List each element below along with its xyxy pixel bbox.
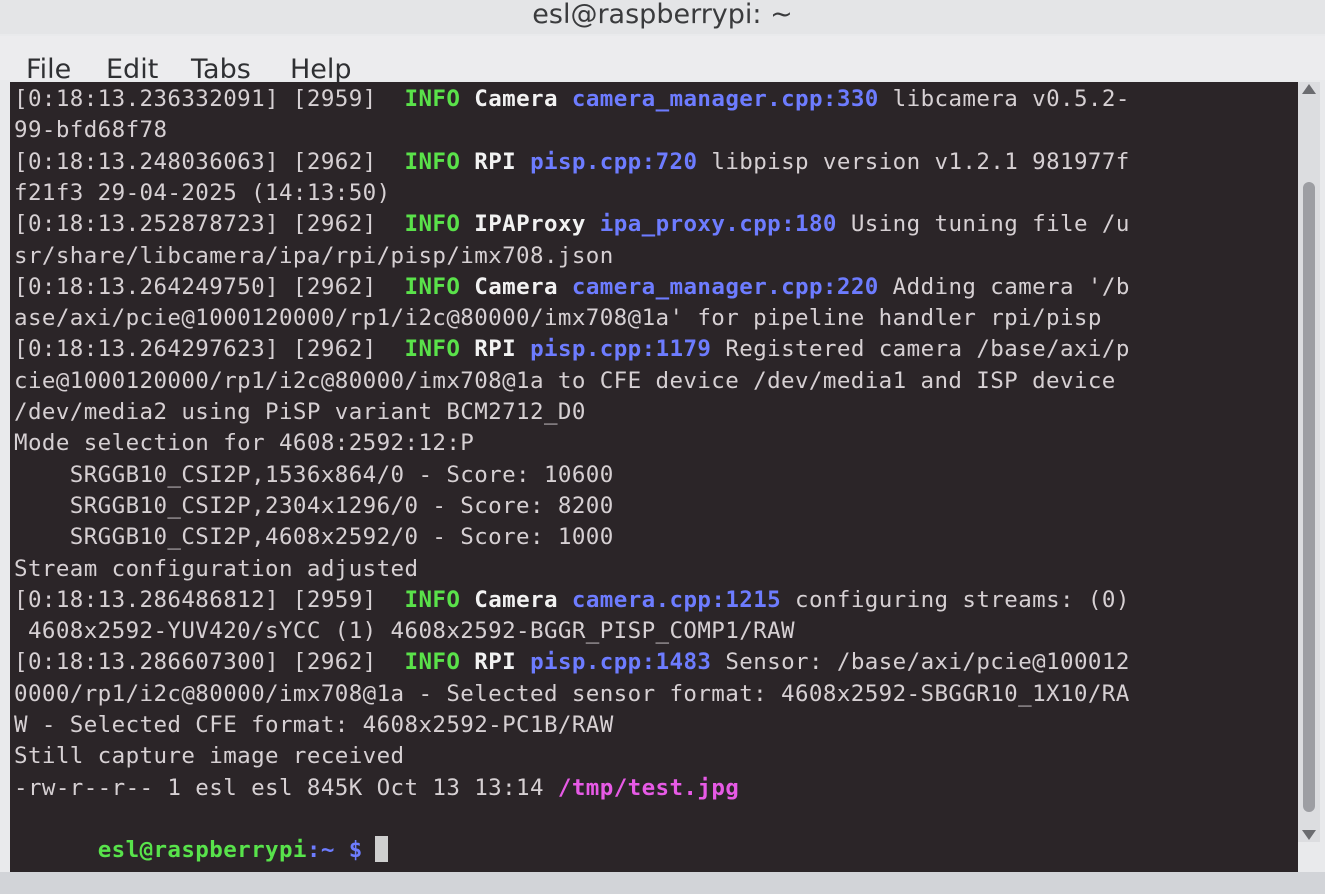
log-line: 99-bfd68f78 [14, 117, 167, 143]
menu-file[interactable]: File [26, 54, 71, 85]
log-text: Mode selection for 4608:2592:12:P [14, 430, 475, 457]
log-message: libcamera v0.5.2- [878, 86, 1130, 112]
log-line: [0:18:13.286607300] [2962] INFO RPI pisp… [14, 649, 1130, 675]
log-line: [0:18:13.264297623] [2962] INFO RPI pisp… [14, 336, 1130, 362]
log-timestamp: [0:18:13.248036063] [2962] [14, 148, 377, 175]
log-message: Adding camera '/b [878, 273, 1130, 300]
prompt-path: :~ $ [306, 836, 363, 863]
log-line: SRGGB10_CSI2P,1536x864/0 - Score: 10600 [14, 462, 614, 488]
log-component: Camera [474, 86, 558, 112]
terminal-output[interactable]: [0:18:13.236332091] [2959] INFO Camera c… [10, 82, 1298, 872]
log-timestamp: [0:18:13.286486812] [2959] [14, 586, 377, 613]
log-timestamp: [0:18:13.264297623] [2962] [14, 336, 377, 363]
prompt-line: esl@raspberrypi:~ $ [14, 810, 388, 872]
log-component: RPI [474, 336, 517, 363]
file-listing: -rw-r--r-- 1 esl esl 845K Oct 13 13:14 [14, 774, 558, 801]
log-timestamp: [0:18:13.252878723] [2962] [14, 211, 377, 238]
log-text: SRGGB10_CSI2P,1536x864/0 - Score: 10600 [14, 461, 614, 488]
log-component: IPAProxy [474, 211, 586, 238]
title-bar: esl@raspberrypi: ~ [0, 0, 1325, 34]
log-line: ase/axi/pcie@1000120000/rp1/i2c@80000/im… [14, 305, 1102, 331]
log-source: camera_manager.cpp:330 [571, 86, 879, 112]
log-text: /dev/media2 using PiSP variant BCM2712_D… [14, 399, 586, 425]
log-line: Stream configuration adjusted [14, 556, 418, 582]
log-line: [0:18:13.236332091] [2959] INFO Camera c… [14, 86, 1130, 112]
log-source: ipa_proxy.cpp:180 [599, 211, 837, 238]
log-text: 99-bfd68f78 [14, 117, 168, 144]
log-message: Registered camera /base/axi/p [711, 336, 1130, 363]
scroll-up-arrow-icon[interactable] [1302, 84, 1316, 94]
log-text: Stream configuration adjusted [14, 555, 419, 582]
log-message: Using tuning file /u [836, 211, 1130, 238]
log-line: cie@1000120000/rp1/i2c@80000/imx708@1a t… [14, 368, 1116, 394]
log-message: Sensor: /base/axi/pcie@100012 [711, 649, 1130, 676]
log-level: INFO [404, 86, 461, 112]
log-text: sr/share/libcamera/ipa/rpi/pisp/imx708.j… [14, 242, 614, 269]
log-timestamp: [0:18:13.286607300] [2962] [14, 649, 377, 676]
log-source: pisp.cpp:1483 [530, 649, 712, 676]
log-line: [0:18:13.252878723] [2962] INFO IPAProxy… [14, 211, 1130, 237]
menu-tabs[interactable]: Tabs [191, 54, 251, 85]
log-text: 4608x2592-YUV420/sYCC (1) 4608x2592-BGGR… [14, 618, 795, 645]
log-line: SRGGB10_CSI2P,2304x1296/0 - Score: 8200 [14, 493, 614, 519]
log-timestamp: [0:18:13.236332091] [2959] [14, 86, 377, 112]
log-level: INFO [404, 336, 461, 363]
log-timestamp: [0:18:13.264249750] [2962] [14, 273, 377, 300]
log-line: 4608x2592-YUV420/sYCC (1) 4608x2592-BGGR… [14, 618, 795, 644]
log-source: camera_manager.cpp:220 [571, 273, 879, 300]
log-line: [0:18:13.286486812] [2959] INFO Camera c… [14, 587, 1130, 613]
log-text: cie@1000120000/rp1/i2c@80000/imx708@1a t… [14, 367, 1116, 394]
log-component: RPI [474, 649, 517, 676]
prompt-user: esl@raspberrypi [97, 836, 307, 863]
log-level: INFO [404, 211, 461, 238]
log-text: SRGGB10_CSI2P,2304x1296/0 - Score: 8200 [14, 492, 614, 519]
log-line: SRGGB10_CSI2P,4608x2592/0 - Score: 1000 [14, 524, 614, 550]
terminal-window: esl@raspberrypi: ~ File Edit Tabs Help [… [0, 0, 1325, 894]
log-level: INFO [404, 586, 461, 613]
log-line: -rw-r--r-- 1 esl esl 845K Oct 13 13:14 /… [14, 775, 739, 801]
scroll-thumb[interactable] [1303, 182, 1315, 812]
log-text: Still capture image received [14, 743, 405, 770]
window-title: esl@raspberrypi: ~ [532, 0, 793, 30]
vertical-scrollbar[interactable] [1298, 82, 1320, 842]
text-cursor [374, 835, 388, 862]
log-component: Camera [474, 273, 558, 300]
log-line: f21f3 29-04-2025 (14:13:50) [14, 180, 391, 206]
log-line: W - Selected CFE format: 4608x2592-PC1B/… [14, 712, 614, 738]
log-line: sr/share/libcamera/ipa/rpi/pisp/imx708.j… [14, 243, 614, 269]
log-component: RPI [474, 148, 517, 175]
log-message: configuring streams: (0) [781, 586, 1130, 613]
file-path: /tmp/test.jpg [557, 774, 740, 801]
log-line: Mode selection for 4608:2592:12:P [14, 430, 474, 456]
log-component: Camera [474, 586, 558, 613]
log-line: [0:18:13.264249750] [2962] INFO Camera c… [14, 274, 1130, 300]
log-line: /dev/media2 using PiSP variant BCM2712_D… [14, 399, 586, 425]
log-level: INFO [404, 148, 461, 175]
log-text: SRGGB10_CSI2P,4608x2592/0 - Score: 1000 [14, 524, 614, 551]
menu-edit[interactable]: Edit [106, 54, 158, 85]
log-line: [0:18:13.248036063] [2962] INFO RPI pisp… [14, 149, 1130, 175]
menu-bar: File Edit Tabs Help [0, 36, 1325, 85]
log-level: INFO [404, 649, 461, 676]
menu-help[interactable]: Help [290, 54, 352, 85]
log-source: camera.cpp:1215 [571, 586, 782, 613]
log-line: 0000/rp1/i2c@80000/imx708@1a - Selected … [14, 681, 1130, 707]
log-source: pisp.cpp:1179 [530, 336, 712, 363]
log-line: Still capture image received [14, 743, 405, 769]
log-text: 0000/rp1/i2c@80000/imx708@1a - Selected … [14, 680, 1130, 707]
window-bottom-edge [0, 872, 1325, 894]
log-source: pisp.cpp:720 [530, 148, 698, 175]
log-message: libpisp version v1.2.1 981977f [697, 148, 1130, 175]
log-text: f21f3 29-04-2025 (14:13:50) [14, 179, 391, 206]
log-text: ase/axi/pcie@1000120000/rp1/i2c@80000/im… [14, 305, 1102, 332]
log-text: W - Selected CFE format: 4608x2592-PC1B/… [14, 712, 614, 738]
scroll-down-arrow-icon[interactable] [1302, 830, 1316, 840]
log-level: INFO [404, 273, 461, 300]
